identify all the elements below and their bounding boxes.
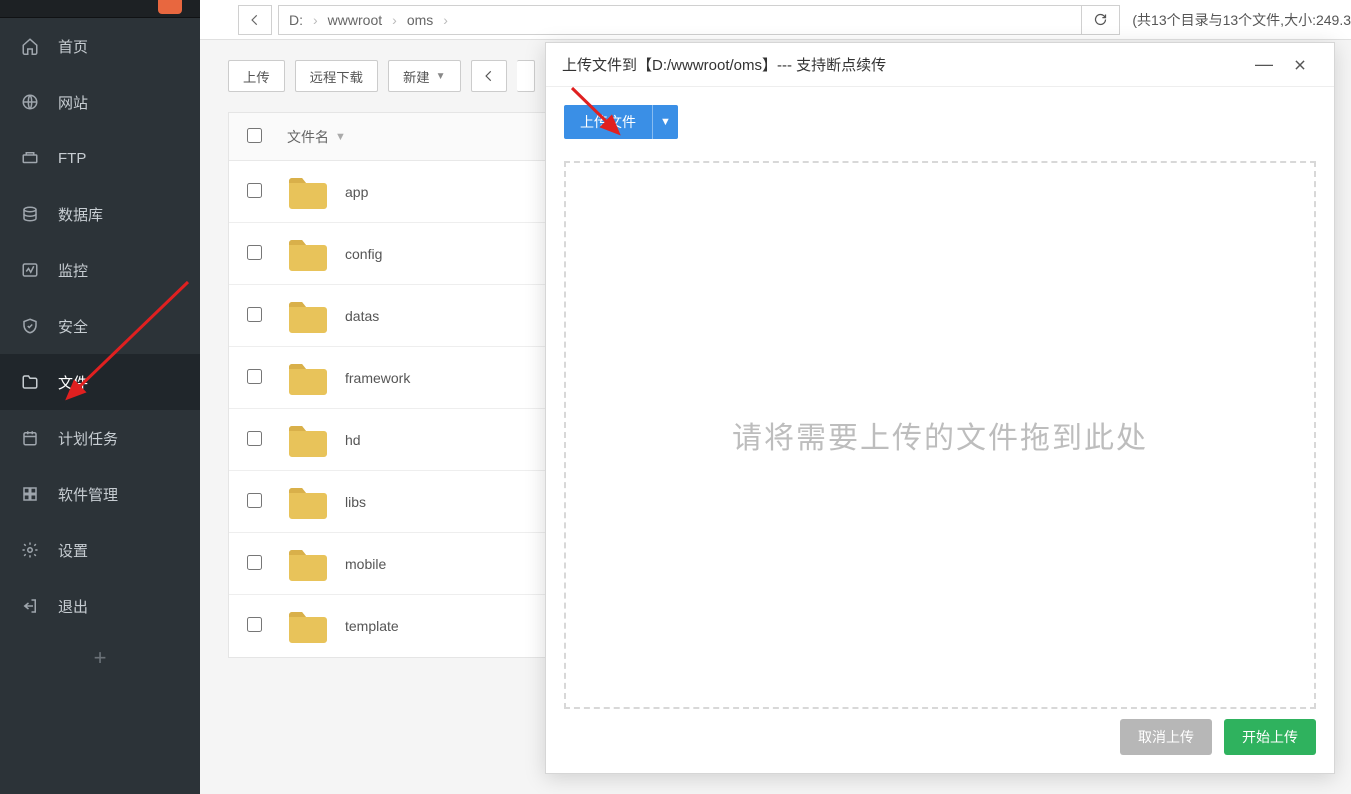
sidebar-item-home[interactable]: 首页	[0, 18, 200, 74]
globe-icon	[20, 92, 40, 112]
row-checkbox[interactable]	[247, 555, 262, 570]
sidebar-item-label: 监控	[58, 260, 88, 281]
crumb-wwwroot[interactable]: wwwroot	[328, 12, 382, 28]
sidebar-add[interactable]: +	[0, 634, 200, 682]
minimize-button[interactable]: —	[1246, 51, 1282, 79]
sidebar-item-label: 软件管理	[58, 484, 118, 505]
crumb-drive[interactable]: D:	[289, 12, 303, 28]
close-button[interactable]	[1282, 51, 1318, 79]
chevron-right-icon: ›	[313, 12, 318, 28]
row-checkbox[interactable]	[247, 431, 262, 446]
sidebar-item-cron[interactable]: 计划任务	[0, 410, 200, 466]
modal-footer: 取消上传 开始上传	[546, 719, 1334, 773]
select-all-checkbox[interactable]	[247, 128, 262, 143]
refresh-button[interactable]	[1082, 5, 1120, 35]
upload-button[interactable]: 上传	[228, 60, 285, 92]
folder-icon	[287, 423, 327, 457]
sort-down-icon: ▼	[335, 131, 346, 143]
row-checkbox[interactable]	[247, 369, 262, 384]
modal-body: 上传文件 ▼ 请将需要上传的文件拖到此处	[546, 87, 1334, 719]
path-back-button[interactable]	[238, 5, 272, 35]
folder-icon	[287, 175, 327, 209]
upload-file-button[interactable]: 上传文件	[564, 105, 652, 139]
path-stats: (共13个目录与13个文件,大小:249.3	[1132, 10, 1351, 30]
column-header-name[interactable]: 文件名 ▼	[287, 127, 346, 147]
home-icon	[20, 36, 40, 56]
sidebar-item-label: 安全	[58, 316, 88, 337]
start-upload-button[interactable]: 开始上传	[1224, 719, 1316, 755]
header-badge	[158, 0, 182, 14]
dropzone-text: 请将需要上传的文件拖到此处	[732, 413, 1148, 457]
calendar-icon	[20, 428, 40, 448]
sidebar-item-site[interactable]: 网站	[0, 74, 200, 130]
sidebar-item-exit[interactable]: 退出	[0, 578, 200, 634]
folder-icon	[287, 485, 327, 519]
sidebar-item-settings[interactable]: 设置	[0, 522, 200, 578]
folder-icon	[287, 299, 327, 333]
file-name: config	[345, 246, 382, 262]
sidebar-item-ftp[interactable]: FTP	[0, 130, 200, 186]
chevron-right-icon: ›	[392, 12, 397, 28]
sidebar-item-soft[interactable]: 软件管理	[0, 466, 200, 522]
toolbar-back-button[interactable]	[471, 60, 507, 92]
upload-file-dropdown[interactable]: ▼	[652, 105, 678, 139]
dropzone[interactable]: 请将需要上传的文件拖到此处	[564, 161, 1316, 709]
row-checkbox[interactable]	[247, 307, 262, 322]
sidebar-item-security[interactable]: 安全	[0, 298, 200, 354]
chevron-right-icon: ›	[443, 12, 448, 28]
toolbar-extra-button[interactable]	[517, 60, 535, 92]
crumb-oms[interactable]: oms	[407, 12, 433, 28]
row-checkbox[interactable]	[247, 245, 262, 260]
file-name: framework	[345, 370, 410, 386]
row-checkbox[interactable]	[247, 493, 262, 508]
sidebar-item-label: 退出	[58, 596, 88, 617]
shield-icon	[20, 316, 40, 336]
folder-icon	[287, 237, 327, 271]
modal-title: 上传文件到【D:/wwwroot/oms】--- 支持断点续传	[562, 54, 1246, 75]
sidebar-item-label: FTP	[58, 150, 86, 167]
monitor-icon	[20, 260, 40, 280]
sidebar-item-label: 文件	[58, 372, 88, 393]
folder-icon	[287, 547, 327, 581]
caret-down-icon: ▼	[436, 71, 446, 82]
file-name: template	[345, 618, 399, 634]
apps-icon	[20, 484, 40, 504]
file-name: app	[345, 184, 368, 200]
pathbar: D: › wwwroot › oms › (共13个目录与13个文件,大小:24…	[200, 0, 1351, 40]
database-icon	[20, 204, 40, 224]
folder-icon	[287, 609, 327, 643]
file-name: libs	[345, 494, 366, 510]
sidebar-header	[0, 0, 200, 18]
breadcrumb[interactable]: D: › wwwroot › oms ›	[278, 5, 1082, 35]
sidebar-item-label: 计划任务	[58, 428, 118, 449]
sidebar-item-label: 设置	[58, 540, 88, 561]
sidebar: 首页 网站 FTP 数据库 监控 安全 文件	[0, 0, 200, 794]
ftp-icon	[20, 148, 40, 168]
folder-icon	[287, 361, 327, 395]
upload-modal: 上传文件到【D:/wwwroot/oms】--- 支持断点续传 — 上传文件 ▼…	[545, 42, 1335, 774]
new-menu-button[interactable]: 新建▼	[388, 60, 461, 92]
exit-icon	[20, 596, 40, 616]
sidebar-item-label: 首页	[58, 36, 88, 57]
sidebar-item-file[interactable]: 文件	[0, 354, 200, 410]
sidebar-item-label: 数据库	[58, 204, 103, 225]
row-checkbox[interactable]	[247, 183, 262, 198]
gear-icon	[20, 540, 40, 560]
row-checkbox[interactable]	[247, 617, 262, 632]
modal-header[interactable]: 上传文件到【D:/wwwroot/oms】--- 支持断点续传 —	[546, 43, 1334, 87]
folder-icon	[20, 372, 40, 392]
remote-download-button[interactable]: 远程下载	[295, 60, 378, 92]
sidebar-item-db[interactable]: 数据库	[0, 186, 200, 242]
upload-file-splitbutton[interactable]: 上传文件 ▼	[564, 105, 678, 139]
cancel-upload-button[interactable]: 取消上传	[1120, 719, 1212, 755]
sidebar-item-monitor[interactable]: 监控	[0, 242, 200, 298]
file-name: datas	[345, 308, 379, 324]
file-name: hd	[345, 432, 361, 448]
sidebar-item-label: 网站	[58, 92, 88, 113]
file-name: mobile	[345, 556, 386, 572]
